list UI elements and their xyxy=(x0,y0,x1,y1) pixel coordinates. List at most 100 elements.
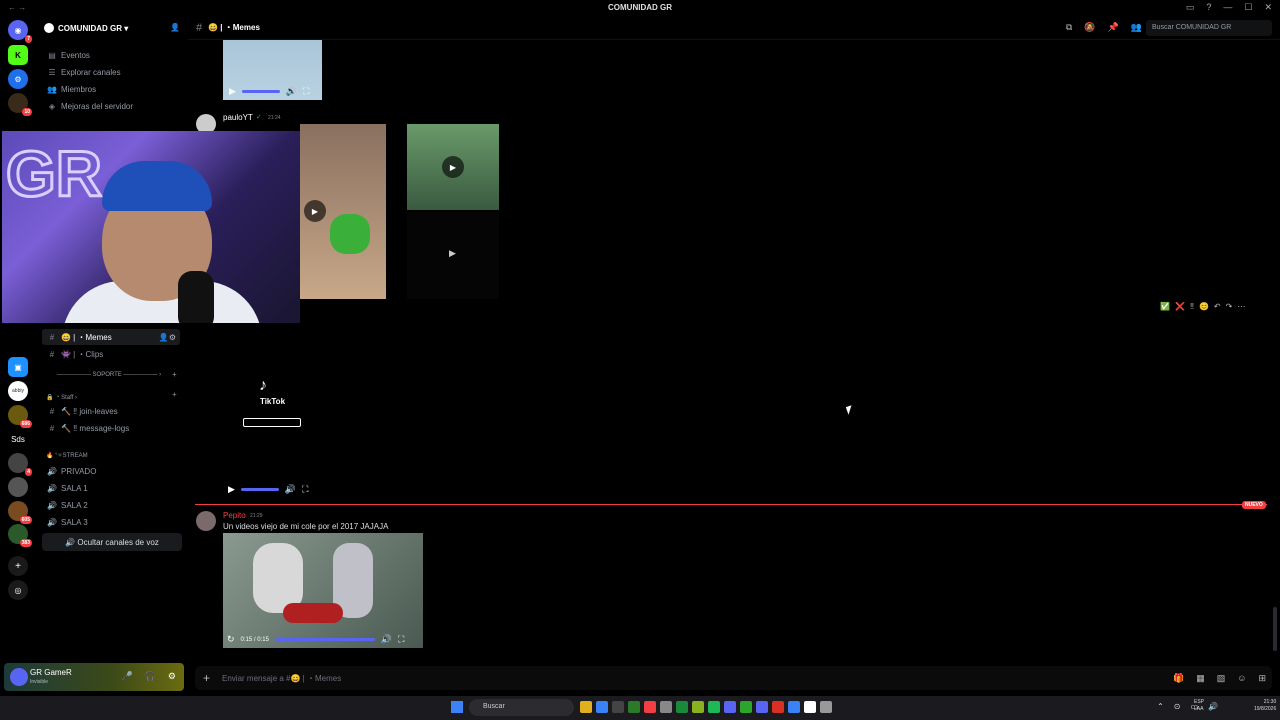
members-icon[interactable]: 👥 xyxy=(1131,22,1142,33)
scrollbar[interactable] xyxy=(1273,607,1277,651)
voice-sala-3[interactable]: 🔊 SALA 3 xyxy=(42,514,180,530)
channel-message-logs[interactable]: # 🔨 ‼ message-logs xyxy=(42,420,180,436)
avatar[interactable] xyxy=(10,668,28,686)
mute-icon[interactable]: 🔕 xyxy=(1084,22,1095,33)
taskbar-app-icon[interactable] xyxy=(692,701,704,713)
video-attachment[interactable]: ▶ 🔊 ⛶ xyxy=(223,40,322,100)
gift-icon[interactable]: 🎁 xyxy=(1173,673,1184,684)
volume-icon[interactable]: 🔊 xyxy=(285,484,296,495)
close-button[interactable]: ✕ xyxy=(1264,2,1272,13)
taskbar-app-icon[interactable] xyxy=(596,701,608,713)
reaction-x-icon[interactable]: ❌ xyxy=(1175,302,1185,311)
search-input[interactable]: Buscar COMUNIDAD GR xyxy=(1146,20,1272,36)
taskbar-app-icon[interactable] xyxy=(740,701,752,713)
voice-sala-1[interactable]: 🔊 SALA 1 xyxy=(42,480,180,496)
volume-icon[interactable]: 🔊 xyxy=(381,634,392,645)
taskbar-app-icon[interactable] xyxy=(676,701,688,713)
minimize-button[interactable]: — xyxy=(1223,2,1232,13)
help-icon[interactable]: ? xyxy=(1206,2,1211,13)
message-author[interactable]: Pepito xyxy=(223,511,246,520)
server-icon[interactable]: 383 xyxy=(8,524,32,547)
settings-icon[interactable]: 👤⚙ xyxy=(159,333,176,342)
replay-icon[interactable]: ↻ xyxy=(227,634,235,645)
explore-icon[interactable]: ◎ xyxy=(8,580,28,600)
menu-explorar-canales[interactable]: ☰ Explorar canales xyxy=(42,64,180,80)
network-icon[interactable]: ⊙ xyxy=(1174,702,1181,711)
taskbar-app-icon[interactable] xyxy=(708,701,720,713)
taskbar-app-icon[interactable] xyxy=(660,701,672,713)
server-icon[interactable]: 10 xyxy=(8,93,32,116)
tiktok-thumbnail[interactable]: ▶ xyxy=(407,212,499,299)
video-attachment[interactable]: ↻ 0:15 / 0:15 🔊 ⛶ xyxy=(223,533,423,648)
settings-icon[interactable]: ⚙ xyxy=(168,671,176,682)
taskbar-app-icon[interactable] xyxy=(820,701,832,713)
fullscreen-icon[interactable]: ⛶ xyxy=(302,484,308,495)
category-stream[interactable]: 🔥 °✧STREAM xyxy=(46,452,88,459)
reply-icon[interactable]: ↶ xyxy=(1214,302,1221,311)
message-author[interactable]: pauloYT xyxy=(223,113,253,122)
threads-icon[interactable]: ⧉ xyxy=(1066,22,1072,33)
add-reaction-icon[interactable]: 😊 xyxy=(1199,302,1209,311)
pin-icon[interactable]: 📌 xyxy=(1108,22,1119,33)
category-soporte[interactable]: ──────── SOPORTE ──────── › xyxy=(44,372,174,378)
add-channel-icon[interactable]: + xyxy=(172,370,177,379)
volume-bar[interactable] xyxy=(240,488,279,491)
progress-bar[interactable] xyxy=(274,638,375,641)
image-attachment[interactable]: ▶ xyxy=(300,124,386,299)
channel-clips[interactable]: # 👾 | ・Clips xyxy=(42,346,180,362)
tiktok-video[interactable]: ♪ TikTok xyxy=(223,323,322,501)
user-name[interactable]: GR GameR xyxy=(30,668,72,677)
inbox-icon[interactable]: ▭ xyxy=(1186,2,1195,13)
volume-icon[interactable]: 🔊 xyxy=(286,86,297,97)
fullscreen-icon[interactable]: ⛶ xyxy=(303,86,309,97)
taskbar-app-icon[interactable] xyxy=(644,701,656,713)
gif-icon[interactable]: ▦ xyxy=(1196,673,1205,684)
taskbar-app-icon[interactable] xyxy=(612,701,624,713)
reaction-exclaim-icon[interactable]: ‼ xyxy=(1190,302,1194,311)
box-icon[interactable]: ▣ xyxy=(8,357,28,377)
server-sds[interactable]: Sds xyxy=(8,429,28,449)
add-channel-icon[interactable]: + xyxy=(172,390,177,399)
server-icon[interactable] xyxy=(8,477,28,497)
server-icon[interactable]: 605 xyxy=(8,501,32,524)
voice-sala-2[interactable]: 🔊 SALA 2 xyxy=(42,497,180,513)
menu-mejoras[interactable]: ◈ Mejoras del servidor xyxy=(42,98,180,114)
taskbar-app-icon[interactable] xyxy=(756,701,768,713)
maximize-button[interactable]: ☐ xyxy=(1244,2,1252,13)
volume-icon[interactable]: 🔊 xyxy=(1208,702,1218,711)
taskbar-app-icon[interactable] xyxy=(628,701,640,713)
volume-bar[interactable] xyxy=(241,90,280,93)
fullscreen-icon[interactable]: ⛶ xyxy=(398,634,404,645)
windows-start-icon[interactable] xyxy=(451,701,463,713)
play-icon[interactable]: ▶ xyxy=(304,200,326,222)
menu-miembros[interactable]: 👥 Miembros xyxy=(42,81,180,97)
menu-eventos[interactable]: ▤ Eventos xyxy=(42,47,180,63)
language-indicator[interactable]: ESP LAA xyxy=(1194,699,1204,713)
video-attachment[interactable]: ▶ xyxy=(407,124,499,210)
apps-icon[interactable]: ⊞ xyxy=(1258,673,1266,684)
play-icon[interactable]: ▶ xyxy=(228,484,235,495)
forward-icon[interactable]: ↷ xyxy=(1226,302,1233,311)
attach-icon[interactable]: + xyxy=(203,671,210,685)
clock[interactable]: 21:30 19/8/2026 xyxy=(1254,699,1276,713)
server-icon[interactable]: 4 xyxy=(8,453,32,476)
headphones-icon[interactable]: 🎧 xyxy=(145,671,156,682)
reaction-check-icon[interactable]: ✅ xyxy=(1160,302,1170,311)
chevron-up-icon[interactable]: ⌃ xyxy=(1157,702,1164,711)
category-staff[interactable]: 🔒 ・Staff › xyxy=(46,392,77,401)
taskbar-app-icon[interactable] xyxy=(788,701,800,713)
server-icon[interactable]: 686 xyxy=(8,405,32,428)
more-icon[interactable]: ⋯ xyxy=(1237,302,1245,311)
taskbar-app-icon[interactable] xyxy=(580,701,592,713)
play-icon[interactable]: ▶ xyxy=(449,248,456,259)
emoji-icon[interactable]: ☺ xyxy=(1237,673,1246,684)
taskbar-app-icon[interactable] xyxy=(772,701,784,713)
add-server-icon[interactable]: + xyxy=(8,556,28,576)
taskbar-app-icon[interactable] xyxy=(804,701,816,713)
play-icon[interactable]: ▶ xyxy=(229,86,236,97)
taskbar-app-icon[interactable] xyxy=(724,701,736,713)
message-composer[interactable]: + Enviar mensaje a #😄 | ・Memes 🎁 ▦ ▧ ☺ ⊞ xyxy=(195,666,1272,690)
channel-memes[interactable]: # 😄 | ・Memes 👤⚙ xyxy=(42,329,180,345)
microphone-icon[interactable]: 🎤 xyxy=(121,671,132,682)
play-icon[interactable]: ▶ xyxy=(442,156,464,178)
